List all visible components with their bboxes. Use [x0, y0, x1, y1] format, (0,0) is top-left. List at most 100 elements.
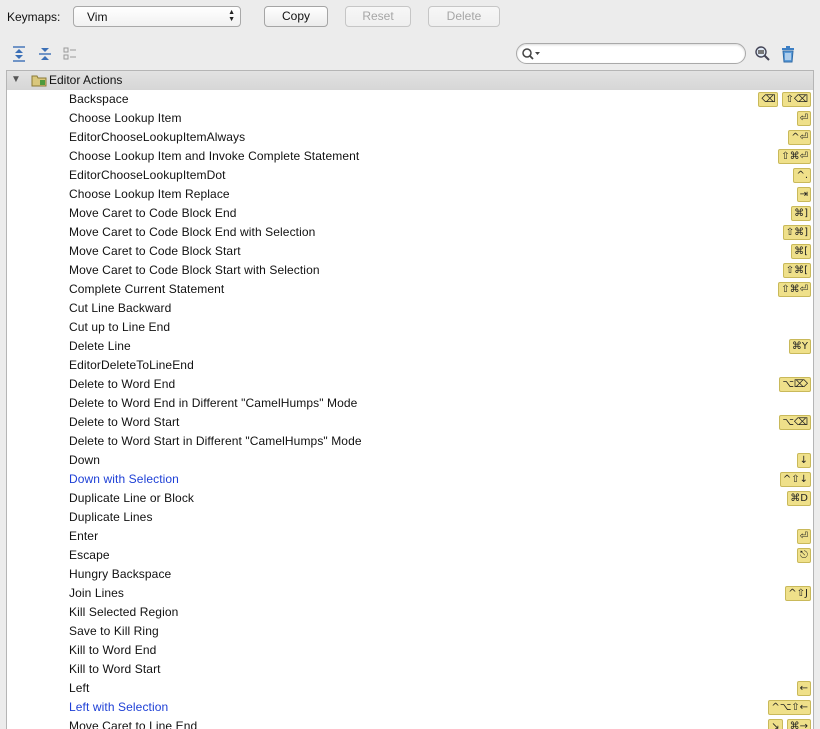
- action-name: Delete Line: [69, 339, 131, 353]
- delete-button[interactable]: Delete: [428, 6, 500, 27]
- action-row[interactable]: Down ↓: [7, 451, 813, 470]
- shortcut-list: ⎋: [797, 548, 811, 563]
- action-row[interactable]: Kill to Word Start: [7, 660, 813, 679]
- shortcut-badge: ⇧⌫: [782, 92, 811, 107]
- search-icon: [522, 48, 540, 60]
- find-by-shortcut-icon[interactable]: [753, 45, 771, 63]
- shortcut-badge: ⌘D: [787, 491, 811, 506]
- action-row[interactable]: Escape ⎋: [7, 546, 813, 565]
- action-row[interactable]: Delete to Word End in Different "CamelHu…: [7, 394, 813, 413]
- shortcut-list: ⌘D: [787, 491, 811, 506]
- shortcut-badge: ^.: [793, 168, 811, 183]
- shortcut-list: ⌘Y: [788, 339, 811, 354]
- action-name: Backspace: [69, 92, 129, 106]
- shortcut-badge: ⏎: [796, 111, 811, 126]
- action-name: Choose Lookup Item and Invoke Complete S…: [69, 149, 360, 163]
- shortcut-list: ⏎: [796, 529, 811, 544]
- action-row[interactable]: Cut Line Backward: [7, 299, 813, 318]
- shortcut-list: ↓: [796, 453, 811, 468]
- shortcut-badge: ^⇧J: [785, 586, 811, 601]
- action-row[interactable]: EditorDeleteToLineEnd: [7, 356, 813, 375]
- edit-shortcut-icon[interactable]: [61, 45, 79, 63]
- trash-icon[interactable]: [779, 45, 797, 63]
- action-row[interactable]: EditorChooseLookupItemAlways ^⏎: [7, 128, 813, 147]
- action-row[interactable]: Choose Lookup Item Replace ⇥: [7, 185, 813, 204]
- shortcut-list: ⇥: [796, 187, 811, 202]
- shortcut-list: ⇧⌘]: [782, 225, 811, 240]
- action-row[interactable]: Hungry Backspace: [7, 565, 813, 584]
- keymap-toolbar: Keymaps: Vim ▲ ▼ Copy Reset Delete: [0, 0, 820, 36]
- action-row[interactable]: Duplicate Line or Block ⌘D: [7, 489, 813, 508]
- action-row[interactable]: Move Caret to Code Block End ⌘]: [7, 204, 813, 223]
- folder-icon: [31, 74, 47, 90]
- group-editor-actions[interactable]: ▼ Editor Actions: [7, 71, 813, 90]
- action-row[interactable]: Move Caret to Code Block End with Select…: [7, 223, 813, 242]
- disclosure-triangle-icon[interactable]: ▼: [11, 74, 21, 85]
- shortcut-badge: ⇧⌘⏎: [778, 282, 811, 297]
- action-name: Move Caret to Code Block End with Select…: [69, 225, 316, 239]
- shortcut-list: ⏎: [796, 111, 811, 126]
- action-name: Left with Selection: [69, 700, 169, 714]
- action-name: Join Lines: [69, 586, 125, 600]
- action-row[interactable]: Kill Selected Region: [7, 603, 813, 622]
- copy-button[interactable]: Copy: [264, 6, 328, 27]
- action-name: Cut up to Line End: [69, 320, 171, 334]
- action-row[interactable]: Join Lines ^⇧J: [7, 584, 813, 603]
- action-name: Delete to Word End: [69, 377, 176, 391]
- action-row[interactable]: EditorChooseLookupItemDot ^.: [7, 166, 813, 185]
- action-row[interactable]: Enter ⏎: [7, 527, 813, 546]
- expand-all-icon[interactable]: [10, 45, 28, 63]
- action-row[interactable]: Choose Lookup Item and Invoke Complete S…: [7, 147, 813, 166]
- action-name: Move Caret to Line End: [69, 719, 198, 729]
- keymap-select[interactable]: Vim ▲ ▼: [73, 6, 241, 27]
- action-row[interactable]: Cut up to Line End: [7, 318, 813, 337]
- shortcut-list: ⌥⌫: [779, 415, 811, 430]
- action-row[interactable]: Down with Selection ^⇧↓: [7, 470, 813, 489]
- shortcut-list: ↘ ⌘→: [768, 719, 811, 729]
- action-row[interactable]: Kill to Word End: [7, 641, 813, 660]
- keymap-tree[interactable]: ▼ Editor Actions Backspace ⌫ ⇧⌫ Choose Look…: [6, 70, 814, 729]
- action-name: EditorDeleteToLineEnd: [69, 358, 194, 372]
- shortcut-badge: ^⇧↓: [779, 472, 811, 487]
- shortcut-list: ⇧⌘⏎: [778, 282, 811, 297]
- shortcut-list: ⇧⌘[: [782, 263, 811, 278]
- action-row[interactable]: Choose Lookup Item ⏎: [7, 109, 813, 128]
- shortcut-list: ⌘[: [791, 244, 811, 259]
- updown-arrows-icon: ▲ ▼: [228, 9, 235, 23]
- collapse-all-icon[interactable]: [36, 45, 54, 63]
- shortcut-badge: ⌥⌦: [779, 377, 811, 392]
- shortcut-badge: ⌥⌫: [779, 415, 811, 430]
- action-row[interactable]: Duplicate Lines: [7, 508, 813, 527]
- shortcut-list: ←: [796, 681, 811, 696]
- action-row[interactable]: Delete to Word Start ⌥⌫: [7, 413, 813, 432]
- action-row[interactable]: Delete Line ⌘Y: [7, 337, 813, 356]
- action-name: Down with Selection: [69, 472, 179, 486]
- search-input[interactable]: [543, 46, 739, 61]
- action-row[interactable]: Save to Kill Ring: [7, 622, 813, 641]
- shortcut-badge: ^⌥⇧←: [768, 700, 811, 715]
- action-name: Kill to Word End: [69, 643, 157, 657]
- shortcut-badge: ⌫: [758, 92, 779, 107]
- action-name: Delete to Word End in Different "CamelHu…: [69, 396, 358, 410]
- action-row[interactable]: Delete to Word End ⌥⌦: [7, 375, 813, 394]
- search-field[interactable]: [516, 43, 746, 64]
- shortcut-badge: ⇧⌘[: [782, 263, 811, 278]
- keymaps-label: Keymaps:: [7, 10, 61, 24]
- shortcut-list: ^⏎: [788, 130, 811, 145]
- shortcut-badge: ↘: [768, 719, 783, 729]
- action-name: Enter: [69, 529, 99, 543]
- reset-button[interactable]: Reset: [345, 6, 411, 27]
- action-row[interactable]: Left ←: [7, 679, 813, 698]
- action-name: Down: [69, 453, 101, 467]
- shortcut-badge: ^⏎: [788, 130, 811, 145]
- action-row[interactable]: Delete to Word Start in Different "Camel…: [7, 432, 813, 451]
- action-row[interactable]: Move Caret to Code Block Start ⌘[: [7, 242, 813, 261]
- action-row[interactable]: Move Caret to Code Block Start with Sele…: [7, 261, 813, 280]
- action-row[interactable]: Complete Current Statement ⇧⌘⏎: [7, 280, 813, 299]
- action-name: Left: [69, 681, 90, 695]
- group-label: Editor Actions: [49, 73, 123, 87]
- action-row[interactable]: Left with Selection ^⌥⇧←: [7, 698, 813, 717]
- action-row[interactable]: Move Caret to Line End ↘ ⌘→: [7, 717, 813, 729]
- action-row[interactable]: Backspace ⌫ ⇧⌫: [7, 90, 813, 109]
- action-name: Delete to Word Start in Different "Camel…: [69, 434, 362, 448]
